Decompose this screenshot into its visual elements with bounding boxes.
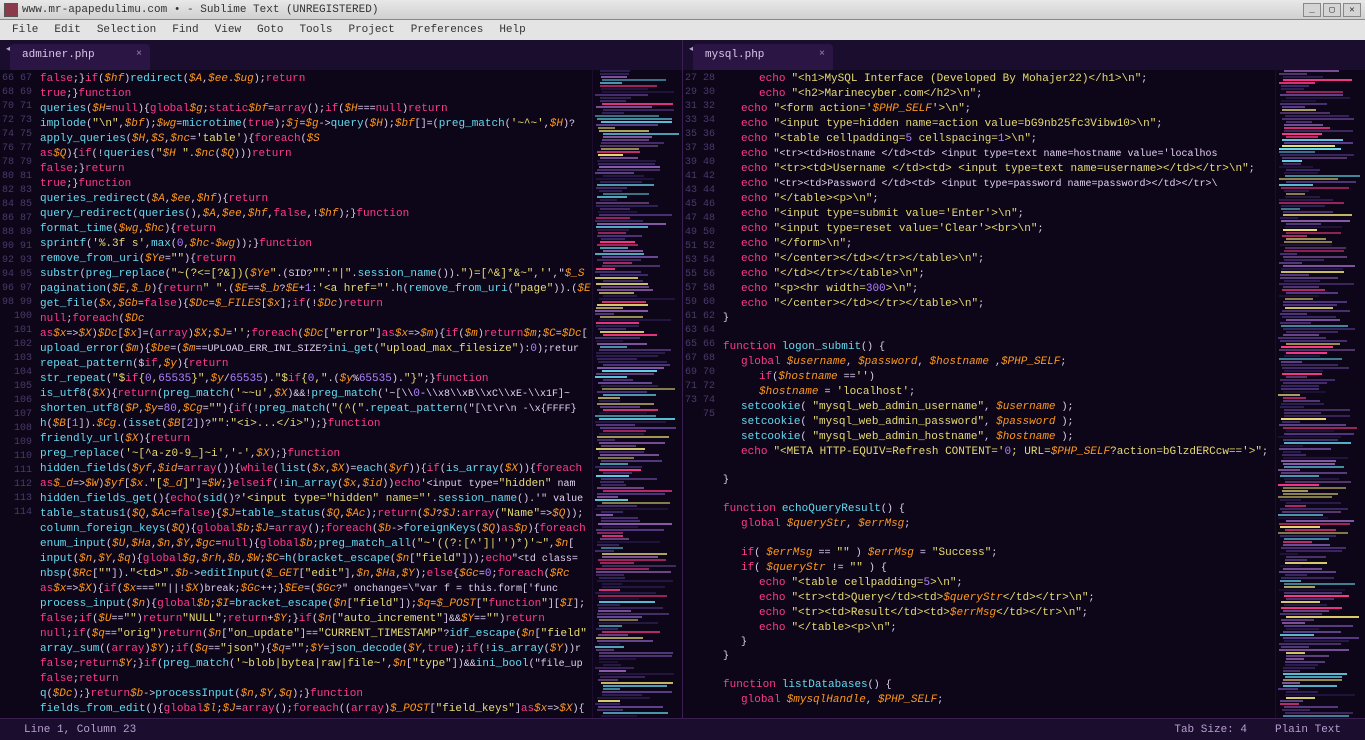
left-gutter: 66 67 68 69 70 71 72 73 74 75 76 77 78 7…	[0, 70, 40, 718]
window-title: www.mr-apapedulimu.com • - Sublime Text …	[22, 4, 1301, 16]
editor-panes: ◄ ► adminer.php × 66 67 68 69 70 71 72 7…	[0, 40, 1365, 718]
app-icon	[4, 3, 18, 17]
close-icon[interactable]: ×	[819, 49, 825, 60]
tab-label: mysql.php	[705, 49, 764, 61]
menu-selection[interactable]: Selection	[89, 22, 164, 38]
tab-label: adminer.php	[22, 49, 95, 61]
menubar: FileEditSelectionFindViewGotoToolsProjec…	[0, 20, 1365, 40]
left-pane: ◄ ► adminer.php × 66 67 68 69 70 71 72 7…	[0, 40, 682, 718]
tab-mysql[interactable]: mysql.php ×	[693, 44, 833, 70]
statusbar: Line 1, Column 23 Tab Size: 4 Plain Text	[0, 718, 1365, 740]
menu-view[interactable]: View	[207, 22, 249, 38]
maximize-button[interactable]: ▢	[1323, 3, 1341, 17]
menu-help[interactable]: Help	[491, 22, 533, 38]
syntax-mode[interactable]: Plain Text	[1261, 724, 1355, 736]
menu-project[interactable]: Project	[340, 22, 402, 38]
menu-preferences[interactable]: Preferences	[403, 22, 492, 38]
left-code-area[interactable]: 66 67 68 69 70 71 72 73 74 75 76 77 78 7…	[0, 70, 682, 718]
menu-edit[interactable]: Edit	[46, 22, 88, 38]
close-button[interactable]: ✕	[1343, 3, 1361, 17]
minimize-button[interactable]: _	[1303, 3, 1321, 17]
tab-size[interactable]: Tab Size: 4	[1160, 724, 1261, 736]
right-lines[interactable]: echo "<h1>MySQL Interface (Developed By …	[723, 70, 1275, 718]
close-icon[interactable]: ×	[136, 49, 142, 60]
menu-file[interactable]: File	[4, 22, 46, 38]
cursor-position[interactable]: Line 1, Column 23	[10, 724, 150, 736]
right-code-area[interactable]: 27 28 29 30 31 32 33 34 35 36 37 38 39 4…	[683, 70, 1365, 718]
right-minimap[interactable]	[1275, 70, 1365, 718]
menu-tools[interactable]: Tools	[291, 22, 340, 38]
right-gutter: 27 28 29 30 31 32 33 34 35 36 37 38 39 4…	[683, 70, 723, 718]
right-tabstrip: mysql.php ×	[683, 40, 1365, 70]
left-minimap[interactable]	[592, 70, 682, 718]
menu-find[interactable]: Find	[164, 22, 206, 38]
left-lines[interactable]: false;}if($hf)redirect($A,$ee.$ug);retur…	[40, 70, 592, 718]
tab-adminer[interactable]: adminer.php ×	[10, 44, 150, 70]
menu-goto[interactable]: Goto	[249, 22, 291, 38]
titlebar: www.mr-apapedulimu.com • - Sublime Text …	[0, 0, 1365, 20]
left-tabstrip: adminer.php ×	[0, 40, 682, 70]
right-pane: ◄ ► mysql.php × 27 28 29 30 31 32 33 34 …	[682, 40, 1365, 718]
